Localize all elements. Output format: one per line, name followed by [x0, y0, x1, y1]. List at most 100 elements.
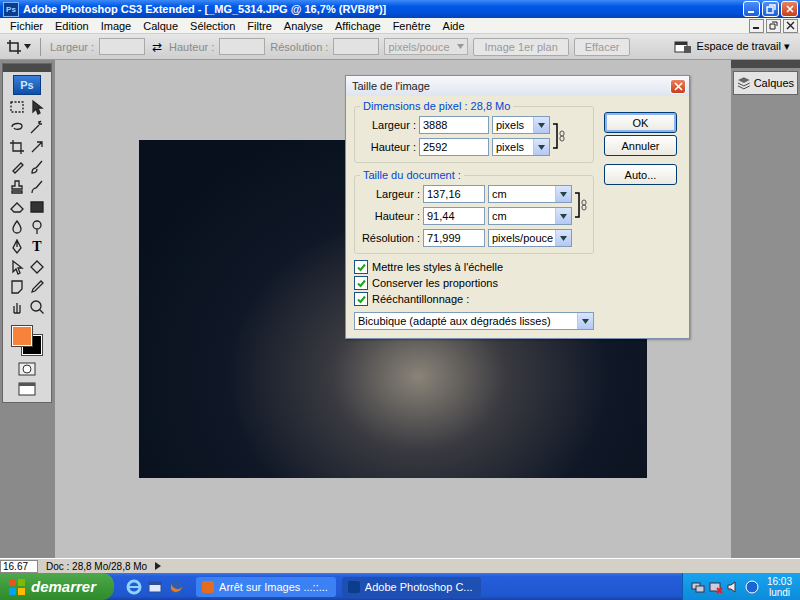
close-button[interactable] [781, 1, 798, 17]
zoom-tool[interactable] [27, 298, 47, 316]
option-field[interactable] [99, 38, 145, 55]
dialog-button[interactable]: Auto... [604, 164, 677, 185]
menu-item[interactable]: Fichier [4, 20, 49, 32]
shape-tool[interactable] [27, 258, 47, 276]
task-button[interactable]: Arrêt sur Images ...::... [196, 577, 336, 597]
restore-button[interactable] [762, 1, 779, 17]
hand-tool[interactable] [7, 298, 27, 316]
unit-select[interactable]: cm [488, 207, 572, 225]
menu-item[interactable]: Affichage [329, 20, 387, 32]
foreground-color[interactable] [12, 326, 32, 346]
tool-preset-picker[interactable] [6, 39, 31, 55]
type-tool[interactable]: T [27, 238, 47, 256]
volume-icon[interactable] [727, 580, 741, 594]
eraser-tool[interactable] [7, 198, 27, 216]
menu-item[interactable]: Image [95, 20, 138, 32]
antivirus-icon[interactable] [745, 580, 759, 594]
value-field[interactable]: 91,44 [423, 207, 485, 225]
minimize-icon [747, 4, 757, 14]
stamp-tool[interactable] [7, 178, 27, 196]
unit-select[interactable]: pixels/pouce [384, 38, 468, 55]
path-select-tool[interactable] [7, 258, 27, 276]
dimension-row: Largeur :137,16cm [360, 185, 572, 203]
status-menu-icon[interactable] [155, 562, 161, 570]
restore-icon [769, 21, 778, 30]
dialog-button[interactable]: Annuler [604, 135, 677, 156]
menu-item[interactable]: Analyse [278, 20, 329, 32]
pen-tool[interactable] [7, 238, 27, 256]
option-button[interactable]: Effacer [574, 38, 631, 56]
slice-tool-icon [29, 139, 45, 155]
internet-explorer-icon[interactable] [126, 579, 142, 595]
healing-tool[interactable] [7, 158, 27, 176]
marquee-tool[interactable] [7, 98, 27, 116]
history-brush-tool[interactable] [27, 178, 47, 196]
option-label: Hauteur : [169, 41, 214, 53]
checkbox[interactable] [354, 292, 368, 306]
dialog-close-button[interactable] [670, 79, 686, 94]
doc-restore-button[interactable] [766, 19, 781, 33]
checkmark-icon [356, 278, 367, 289]
menu-item[interactable]: Calque [137, 20, 184, 32]
menu-item[interactable]: Sélection [184, 20, 241, 32]
minimize-button[interactable] [743, 1, 760, 17]
clock[interactable]: 16:03lundi [767, 576, 792, 598]
lasso-tool[interactable] [7, 118, 27, 136]
menu-item[interactable]: Aide [437, 20, 471, 32]
brush-tool[interactable] [27, 158, 47, 176]
checkbox[interactable] [354, 276, 368, 290]
unit-select[interactable]: cm [488, 185, 572, 203]
magic-wand-tool[interactable] [27, 118, 47, 136]
option-field[interactable] [333, 38, 379, 55]
value-field[interactable]: 137,16 [423, 185, 485, 203]
doc-close-button[interactable] [783, 19, 798, 33]
doc-minimize-button[interactable] [749, 19, 764, 33]
value-field[interactable]: 2592 [419, 138, 489, 156]
slice-tool[interactable] [27, 138, 47, 156]
show-desktop-icon[interactable] [147, 579, 163, 595]
crop-tool[interactable] [7, 138, 27, 156]
menu-item[interactable]: Filtre [241, 20, 277, 32]
menu-item[interactable]: Edition [49, 20, 95, 32]
value-field[interactable]: 3888 [419, 116, 489, 134]
gradient-tool[interactable] [27, 198, 47, 216]
dock-header[interactable] [731, 60, 800, 68]
option-field[interactable] [219, 38, 265, 55]
screen-mode-icon[interactable] [18, 382, 36, 396]
workspace-menu[interactable]: Espace de travail ▾ [697, 40, 794, 53]
firefox-icon[interactable] [168, 579, 184, 595]
checkbox-row[interactable]: Conserver les proportions [354, 276, 594, 290]
restore-icon [766, 4, 776, 14]
blur-tool[interactable] [7, 218, 27, 236]
task-button[interactable]: Adobe Photoshop C... [342, 577, 481, 597]
unit-select[interactable]: pixels [492, 116, 550, 134]
photoshop-logo[interactable]: Ps [13, 75, 41, 95]
value-field[interactable]: 71,999 [423, 229, 485, 247]
image-size-dialog: Taille de l'imageDimensions de pixel : 2… [345, 75, 690, 339]
network-icon[interactable] [691, 580, 705, 594]
resample-method-select[interactable]: Bicubique (adapté aux dégradés lisses) [354, 312, 594, 330]
checkbox-row[interactable]: Rééchantillonnage : [354, 292, 594, 306]
checkbox[interactable] [354, 260, 368, 274]
workspace-icon[interactable] [674, 40, 692, 54]
dodge-tool[interactable] [27, 218, 47, 236]
dialog-button[interactable]: OK [604, 112, 677, 133]
toolbox-header[interactable] [3, 64, 51, 72]
zoom-field[interactable]: 16.67 [0, 560, 38, 573]
swap-button[interactable]: ⇄ [150, 40, 164, 54]
move-tool[interactable] [27, 98, 47, 116]
eyedropper-tool[interactable] [27, 278, 47, 296]
start-button[interactable]: demarrer [0, 573, 114, 600]
toolbox: Ps T [2, 63, 52, 403]
unit-select[interactable]: pixels/pouce [488, 229, 572, 247]
dropdown-arrow-icon [560, 236, 567, 241]
checkbox-row[interactable]: Mettre les styles à l'échelle [354, 260, 594, 274]
notes-tool[interactable] [7, 278, 27, 296]
quick-mask-icon[interactable] [18, 362, 36, 376]
menu-item[interactable]: Fenêtre [387, 20, 437, 32]
unit-select[interactable]: pixels [492, 138, 550, 156]
network-error-icon[interactable] [709, 580, 723, 594]
option-button[interactable]: Image 1er plan [473, 38, 568, 56]
panel-button[interactable]: Calques [733, 71, 798, 95]
dropdown-arrow-icon [582, 319, 589, 324]
